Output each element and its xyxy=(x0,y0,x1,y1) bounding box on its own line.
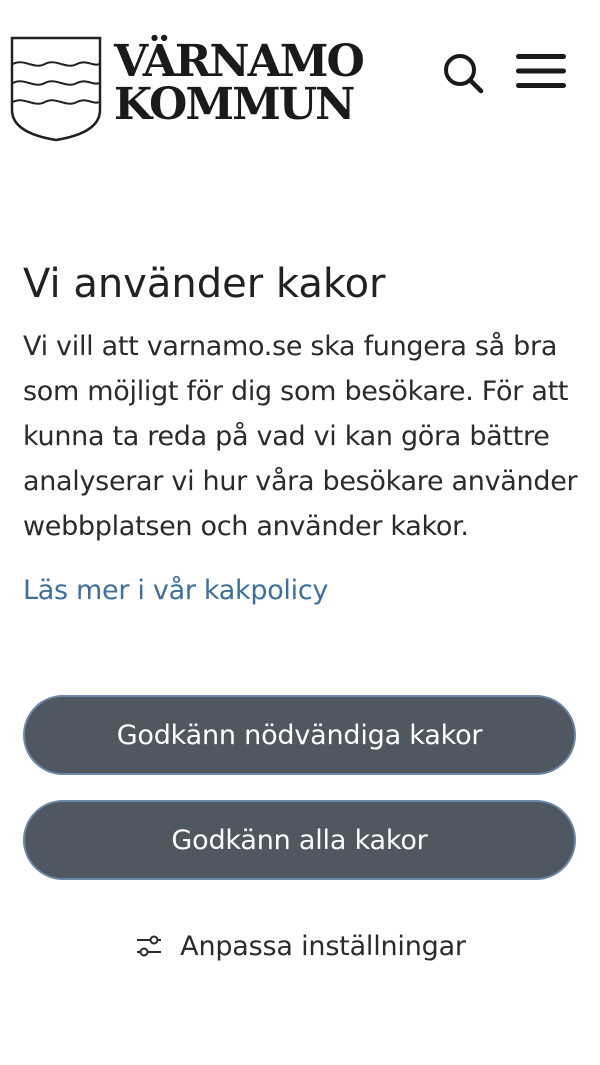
accept-necessary-cookies-button[interactable]: Godkänn nödvändiga kakor xyxy=(23,695,576,775)
varnamo-kommun-logo[interactable]: VÄRNAMO KOMMUN xyxy=(10,36,365,142)
cookie-consent-panel: Vi använder kakor Vi vill att varnamo.se… xyxy=(23,252,578,611)
accept-all-cookies-button[interactable]: Godkänn alla kakor xyxy=(23,800,576,880)
hamburger-menu-icon xyxy=(516,54,566,88)
logo-line-1: VÄRNAMO xyxy=(114,36,365,87)
cookie-policy-link[interactable]: Läs mer i vår kakpolicy xyxy=(23,571,328,611)
cookie-description: Vi vill att varnamo.se ska fungera så br… xyxy=(23,331,578,542)
customize-settings-label: Anpassa inställningar xyxy=(180,930,466,962)
logo-line-2: KOMMUN xyxy=(114,79,355,130)
search-icon xyxy=(444,54,484,94)
logo-wordmark: VÄRNAMO KOMMUN xyxy=(114,36,365,130)
menu-button[interactable] xyxy=(512,46,570,96)
customize-settings-button[interactable]: Anpassa inställningar xyxy=(0,920,600,972)
sliders-icon xyxy=(137,935,162,957)
site-header: VÄRNAMO KOMMUN xyxy=(0,0,600,150)
coat-of-arms-icon xyxy=(10,36,102,142)
search-button[interactable] xyxy=(438,48,488,98)
cookie-title: Vi använder kakor xyxy=(23,261,386,307)
